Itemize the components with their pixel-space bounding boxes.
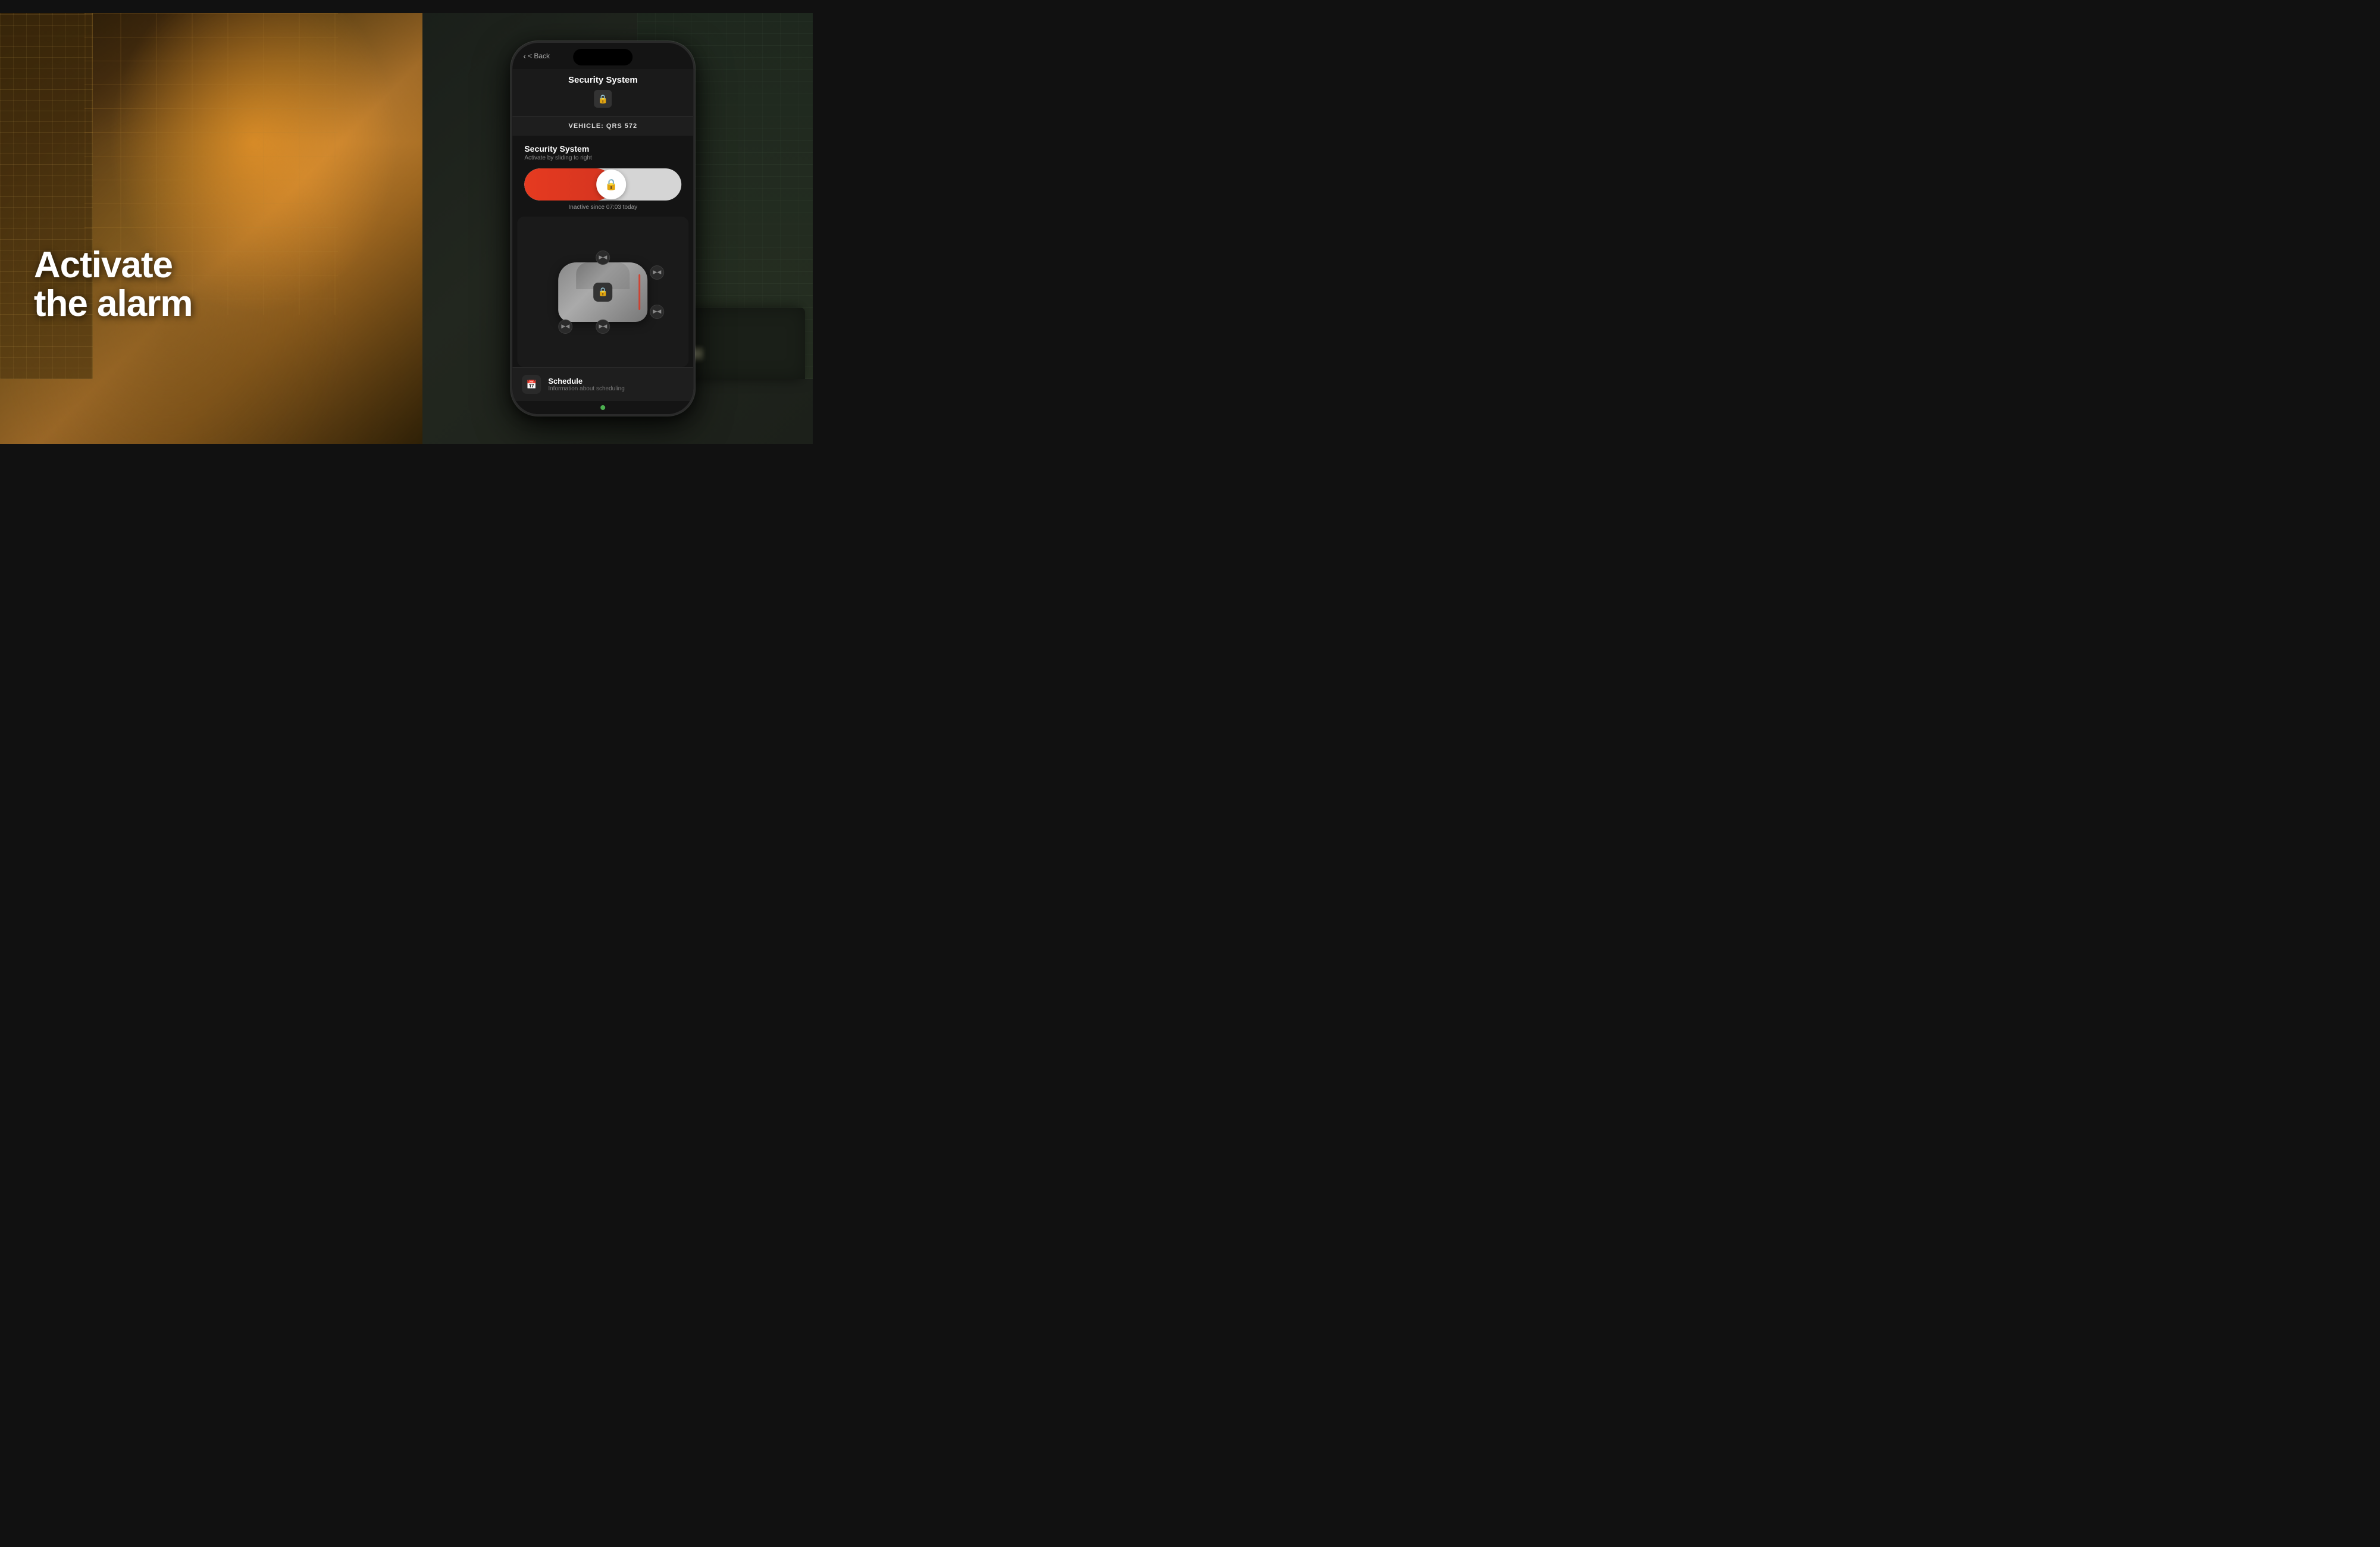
shield-glyph: 🔒 (598, 94, 608, 104)
phone-header: Security System 🔒 (512, 69, 693, 116)
headline: Activate the alarm (34, 246, 193, 323)
phone-frame: ‹ < Back Security System 🔒 (511, 41, 695, 416)
phone-container: ‹ < Back Security System 🔒 (511, 41, 695, 416)
security-subtitle: Activate by sliding to right (524, 155, 681, 161)
car-shield-glyph: 🔒 (598, 287, 608, 297)
sensor-top-center-icon: ▶◀ (596, 250, 610, 265)
sensor-right-top-icon: ▶◀ (650, 265, 664, 280)
schedule-subtitle: Information about scheduling (548, 386, 684, 392)
schedule-icon: 📅 (522, 375, 541, 394)
left-panel: Activate the alarm (0, 13, 422, 444)
car-line-right (638, 274, 640, 310)
schedule-section[interactable]: 📅 Schedule Information about scheduling (512, 367, 693, 401)
right-panel: ‹ < Back Security System 🔒 (422, 13, 813, 444)
main-content: Activate the alarm ‹ < Back (0, 13, 813, 444)
dynamic-island (573, 49, 632, 65)
vehicle-label: VEHICLE: QRS 572 (524, 123, 681, 130)
left-text-overlay: Activate the alarm (34, 246, 193, 323)
car-body: 🔒 (558, 262, 647, 322)
phone-title: Security System (524, 75, 681, 85)
security-slider[interactable]: 🔒 (524, 168, 681, 201)
security-title: Security System (524, 144, 681, 154)
green-indicator (600, 405, 605, 410)
back-button[interactable]: ‹ < Back (523, 51, 550, 61)
car-diagram: 🔒 ▶◀ ▶◀ ▶◀ ▶◀ ▶◀ (546, 253, 659, 331)
shield-icon-wrapper: 🔒 (524, 90, 681, 108)
slider-thumb[interactable]: 🔒 (596, 170, 626, 199)
phone-screen: ‹ < Back Security System 🔒 (512, 43, 693, 414)
sensor-right-bottom-icon: ▶◀ (650, 305, 664, 319)
phone-notch-bar: ‹ < Back (512, 43, 693, 69)
bottom-bar (0, 444, 813, 457)
slider-status: Inactive since 07:03 today (524, 204, 681, 211)
car-center-shield-icon: 🔒 (593, 283, 612, 302)
security-section: Security System Activate by sliding to r… (512, 136, 693, 217)
shield-icon: 🔒 (594, 90, 612, 108)
slider-thumb-icon: 🔒 (605, 178, 618, 191)
headline-line2: the alarm (34, 283, 193, 324)
top-bar (0, 0, 813, 13)
phone-content: Security System 🔒 VEHICLE: QRS 572 (512, 69, 693, 414)
phone-bottom-bar (512, 401, 693, 414)
back-chevron-icon: ‹ (523, 51, 526, 61)
back-label: < Back (528, 52, 550, 60)
sensor-bottom-center-icon: ▶◀ (596, 320, 610, 334)
sensor-bottom-left-icon: ▶◀ (558, 320, 572, 334)
car-diagram-section: 🔒 ▶◀ ▶◀ ▶◀ ▶◀ ▶◀ (517, 217, 688, 367)
calendar-icon: 📅 (527, 380, 537, 390)
vehicle-section: VEHICLE: QRS 572 (512, 116, 693, 136)
headline-line1: Activate (34, 245, 173, 286)
schedule-text-block: Schedule Information about scheduling (548, 377, 684, 392)
schedule-title: Schedule (548, 377, 684, 386)
